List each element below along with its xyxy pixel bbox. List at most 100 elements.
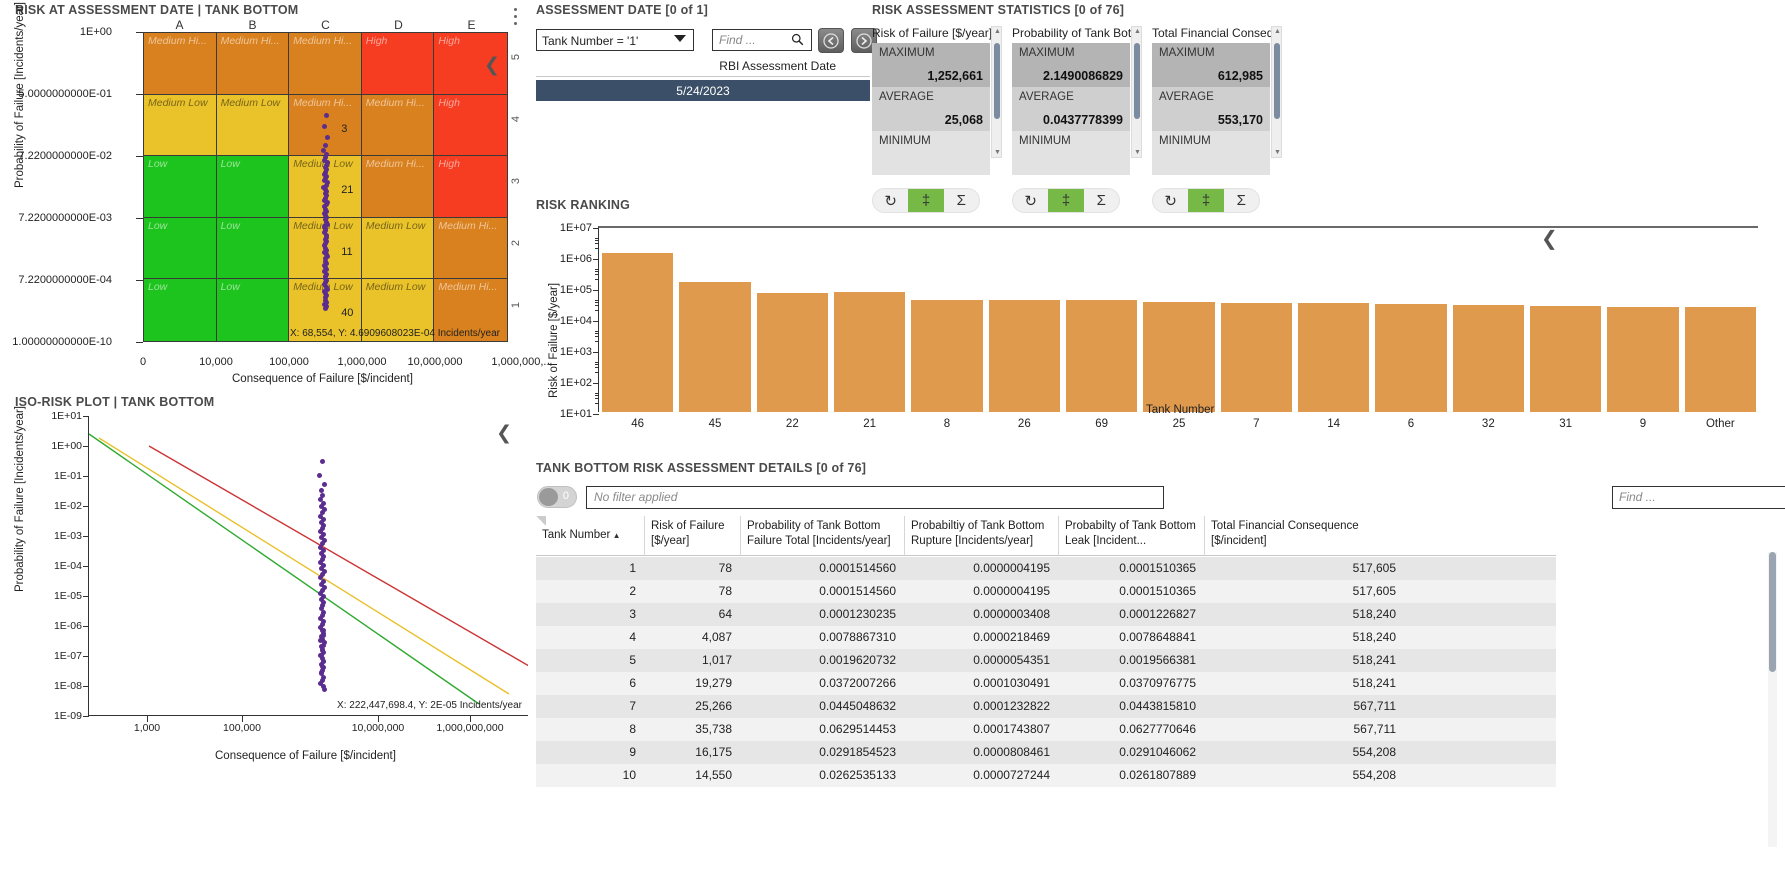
table-row[interactable]: 5 1,017 0.0019620732 0.0000054351 0.00195663… [536,649,1556,672]
table-row[interactable]: 6 19,279 0.0372007266 0.0001030491 0.0370976… [536,672,1556,695]
chevron-down-icon[interactable] [674,35,686,42]
bar[interactable] [1143,301,1215,412]
statistic-scrollbar[interactable]: ▲ ▼ [1131,26,1142,158]
details-title: TANK BOTTOM RISK ASSESSMENT DETAILS [0 o… [536,461,866,475]
statistic-scrollbar[interactable]: ▲ ▼ [1271,26,1282,158]
table-cell: 0.0291046062 [1119,745,1196,759]
scrollbar-thumb[interactable] [994,43,1000,119]
risk-matrix-cell[interactable]: Medium Low [144,94,217,157]
ranking-y-minor-tick [595,395,599,397]
bar[interactable] [1684,307,1756,412]
risk-matrix-cell[interactable]: Medium Low 11 [289,217,362,280]
risk-matrix-cell[interactable]: Medium Low [361,217,435,280]
table-row[interactable]: 3 64 0.0001230235 0.0000003408 0.0001226827 5… [536,603,1556,626]
risk-matrix-cell[interactable]: High [434,156,507,218]
bar[interactable] [1452,305,1524,412]
iso-y-axis-title: Probability of Failure [Incidents/year] [14,405,26,592]
risk-matrix-grid[interactable]: Medium Hi... Medium Hi... Medium Hi... High… [143,32,508,342]
risk-matrix-cell[interactable]: Medium Hi... [289,33,362,95]
assessment-date-row[interactable]: 5/24/2023 [536,80,870,101]
bar[interactable] [679,281,751,412]
details-filter-toggle[interactable]: 0 [537,486,577,508]
assessment-nav-back-button[interactable] [818,28,844,53]
risk-matrix-cell[interactable]: Medium Hi... [361,94,435,157]
bar[interactable] [1066,300,1138,412]
toggle-knob [539,488,558,506]
scroll-down-icon[interactable]: ▼ [994,149,1001,156]
risk-matrix-collapse-icon[interactable]: ❮ [484,56,500,75]
bar[interactable] [602,253,674,412]
statistic-row: MAXIMUM 2.1490086829 [1012,43,1130,87]
table-row[interactable]: 10 14,550 0.0262535133 0.0000727244 0.026180… [536,764,1556,787]
risk-matrix-cell[interactable]: Low [216,156,290,218]
scroll-up-icon[interactable]: ▲ [994,28,1001,35]
table-cell: 0.0000004195 [973,584,1050,598]
risk-matrix-cell[interactable]: Low [144,217,217,280]
table-row[interactable]: 2 78 0.0001514560 0.0000004195 0.0001510365 5… [536,580,1556,603]
table-column-header[interactable]: Probabilty of Tank Bottom Leak [Incident… [1058,516,1204,556]
risk-matrix-cell[interactable]: High [434,94,507,157]
details-vertical-scrollbar[interactable] [1768,552,1777,847]
bar[interactable] [756,292,828,412]
table-column-header[interactable]: Total Financial Consequence [$/incident] [1204,516,1404,556]
assessment-date-title-text: ASSESSMENT DATE [536,3,662,17]
assessment-filter-select[interactable]: Tank Number = '1' [536,29,694,51]
matrix-column-header: B [248,18,257,32]
scrollbar-thumb[interactable] [1274,43,1280,119]
risk-matrix-cell-label: Medium Low [365,219,426,232]
table-row[interactable]: 4 4,087 0.0078867310 0.0000218469 0.00786488… [536,626,1556,649]
bar[interactable] [1220,302,1292,412]
bar[interactable] [1375,304,1447,412]
bar[interactable] [988,300,1060,412]
table-column-header[interactable]: Risk of Failure [$/year] [644,516,740,556]
statistic-scrollbar[interactable]: ▲ ▼ [991,26,1002,158]
bar[interactable] [911,299,983,412]
table-cell: 0.0001743807 [973,722,1050,736]
iso-risk-collapse-icon[interactable]: ❮ [496,424,512,443]
iso-y-tick-label: 1E-02 [53,500,82,512]
risk-matrix-cell[interactable]: Low [144,156,217,218]
risk-matrix-cell[interactable]: Low [144,279,217,341]
bar[interactable] [1607,306,1679,412]
risk-matrix-cell[interactable]: Medium Hi... [216,33,290,95]
table-row[interactable]: 7 25,266 0.0445048632 0.0001232822 0.0443815… [536,695,1556,718]
iso-risk-chart[interactable]: X: 222,447,698.4, Y: 2E-05 Incidents/yea… [88,416,528,716]
statistic-values[interactable]: MAXIMUM 2.1490086829 AVERAGE 0.0437778399 MI… [1012,43,1130,175]
scrollbar-thumb[interactable] [1769,552,1776,672]
scroll-up-icon[interactable]: ▲ [1134,28,1141,35]
table-row[interactable]: 1 78 0.0001514560 0.0000004195 0.0001510365 5… [536,557,1556,580]
ranking-y-tick-label: 1E+05 [559,284,592,296]
risk-matrix-cell[interactable]: High [361,33,435,95]
statistic-values[interactable]: MAXIMUM 1,252,661 AVERAGE 25,068 MINIMUM [872,43,990,175]
risk-matrix-cell[interactable]: Medium Hi... [434,217,507,280]
bar[interactable] [834,292,906,412]
bar[interactable] [1530,305,1602,412]
table-cell: 0.0001230235 [819,607,896,621]
statistic-values[interactable]: MAXIMUM 612,985 AVERAGE 553,170 MINIMUM [1152,43,1270,175]
table-cell: 64 [718,607,732,621]
search-icon[interactable] [791,33,804,46]
ranking-x-tick-label: 6 [1407,418,1415,430]
risk-matrix-cell[interactable]: Medium Hi... [144,33,217,95]
risk-ranking-collapse-icon[interactable]: ❮ [1541,228,1558,248]
table-column-header[interactable]: Probabiltiy of Tank Bottom Rupture [Inci… [904,516,1058,556]
table-row[interactable]: 8 35,738 0.0629514453 0.0001743807 0.0627770… [536,718,1556,741]
risk-matrix-cell[interactable]: Medium Hi... [361,156,435,218]
details-find-input[interactable]: Find ... [1612,486,1785,509]
details-filter-select[interactable]: No filter applied [586,486,1164,509]
risk-matrix-cell[interactable]: Medium Low 21 [289,156,362,218]
ranking-y-minor-tick [595,392,599,394]
risk-matrix-cell[interactable]: Low [216,217,290,280]
table-column-header[interactable]: Tank Number ▲ [536,516,644,556]
risk-matrix-cell[interactable]: Medium Hi... 3 [289,94,362,157]
scroll-down-icon[interactable]: ▼ [1274,149,1281,156]
risk-matrix-cell[interactable]: Low [216,279,290,341]
risk-matrix-cell[interactable]: Medium Low [216,94,290,157]
scrollbar-thumb[interactable] [1134,43,1140,119]
scroll-down-icon[interactable]: ▼ [1134,149,1141,156]
table-row[interactable]: 9 16,175 0.0291854523 0.0000808461 0.0291046… [536,741,1556,764]
table-column-header[interactable]: Probability of Tank Bottom Failure Total… [740,516,904,556]
bar[interactable] [1298,303,1370,412]
risk-ranking-chart[interactable]: 1E+01 1E+02 1E+03 1E+04 1E+05 1E+06 1E+07 46 45… [560,222,1758,430]
scroll-up-icon[interactable]: ▲ [1274,28,1281,35]
